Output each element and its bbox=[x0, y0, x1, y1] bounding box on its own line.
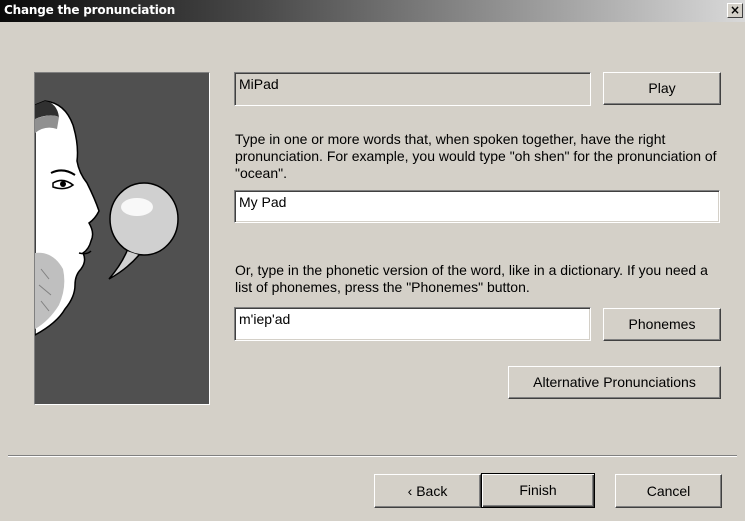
word-display: MiPad bbox=[234, 72, 591, 106]
speaking-face-illustration bbox=[34, 72, 210, 405]
sounds-like-input[interactable]: My Pad bbox=[234, 190, 720, 223]
window-title: Change the pronunciation bbox=[4, 3, 176, 17]
phonemes-button[interactable]: Phonemes bbox=[603, 308, 721, 341]
alternative-pronunciations-button[interactable]: Alternative Pronunciations bbox=[508, 366, 721, 399]
phonetic-input[interactable]: m'iep'ad bbox=[234, 307, 591, 341]
back-button[interactable]: ‹ Back bbox=[374, 474, 481, 508]
separator bbox=[8, 455, 737, 457]
cancel-button[interactable]: Cancel bbox=[615, 474, 722, 508]
phonetic-instructions: Or, type in the phonetic version of the … bbox=[235, 262, 708, 295]
play-button[interactable]: Play bbox=[603, 72, 721, 105]
dialog-window: Change the pronunciation × MiPad Play Ty… bbox=[0, 0, 745, 521]
finish-button[interactable]: Finish bbox=[481, 473, 595, 508]
title-bar[interactable]: Change the pronunciation × bbox=[0, 0, 745, 22]
close-icon[interactable]: × bbox=[727, 3, 743, 18]
speaking-face-icon bbox=[35, 100, 179, 336]
sounds-like-instructions: Type in one or more words that, when spo… bbox=[235, 131, 717, 181]
